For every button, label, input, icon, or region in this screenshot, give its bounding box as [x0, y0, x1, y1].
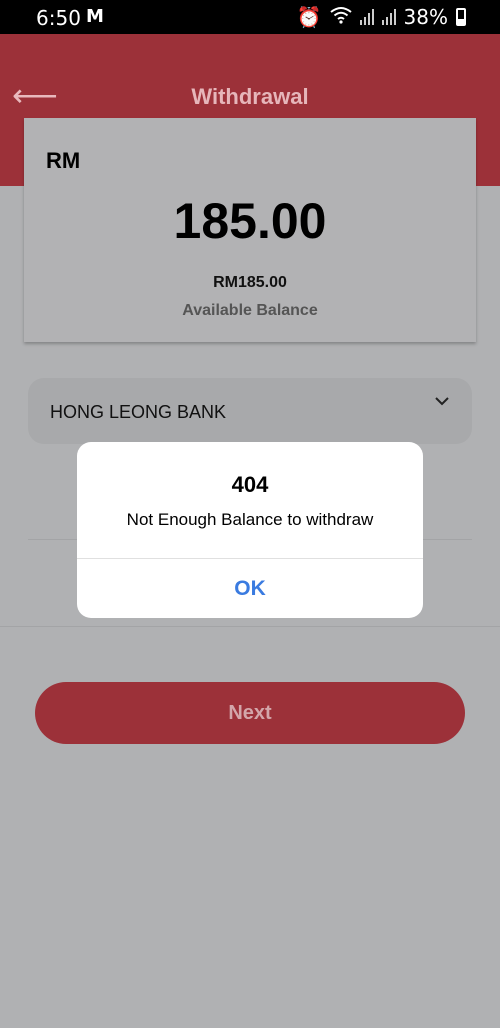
chevron-down-icon	[434, 390, 450, 411]
status-icons: ⏰ 38%	[297, 5, 466, 29]
dialog-message: Not Enough Balance to withdraw	[126, 510, 374, 529]
next-button[interactable]: Next	[35, 682, 465, 744]
battery-percent: 38%	[403, 5, 448, 29]
divider	[0, 626, 500, 627]
balance-amount-currency: RM185.00	[213, 274, 287, 291]
status-time: 6:50	[36, 6, 81, 30]
wifi-icon	[329, 5, 352, 29]
balance-card: RM 185.00 RM185.00 Available Balance	[24, 118, 476, 342]
gmail-icon: M	[86, 6, 104, 27]
battery-icon	[456, 8, 466, 26]
page-title: Withdrawal	[191, 84, 309, 109]
available-balance-label: Available Balance	[182, 302, 318, 319]
dialog-title: 404	[231, 472, 269, 497]
status-bar: 6:50 M ⏰ 38%	[0, 0, 500, 34]
currency-label: RM	[46, 148, 81, 173]
signal-icon-2	[381, 9, 396, 25]
bank-select[interactable]: HONG LEONG BANK	[28, 378, 472, 444]
bank-select-value: HONG LEONG BANK	[50, 402, 227, 422]
balance-amount: 185.00	[173, 193, 327, 249]
dialog-ok-button[interactable]: OK	[77, 559, 423, 618]
alarm-icon: ⏰	[296, 5, 322, 29]
signal-icon-1	[359, 9, 374, 25]
error-dialog: 404 Not Enough Balance to withdraw OK	[77, 442, 423, 618]
